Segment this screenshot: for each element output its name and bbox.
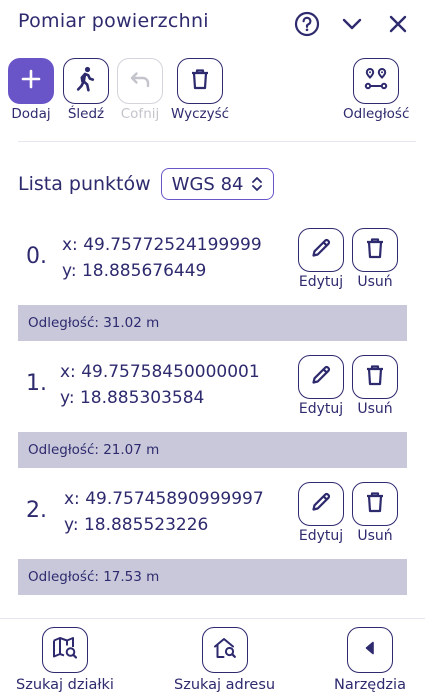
trash-icon <box>365 237 385 263</box>
search-parcel-label: Szukaj działki <box>16 677 114 693</box>
chevron-up-down-icon <box>251 176 263 192</box>
search-parcel-button[interactable] <box>41 627 88 673</box>
list-item: 2. x: 49.75745890999997 y: 18.885523226 … <box>18 482 408 562</box>
point-y: y: 18.885676449 <box>62 261 207 281</box>
undo-tool[interactable]: Cofnij <box>117 58 163 122</box>
tools-nav[interactable]: Narzędzia <box>334 627 406 693</box>
delete-point-button[interactable] <box>352 482 398 526</box>
close-icon[interactable] <box>384 10 412 38</box>
crs-select[interactable]: WGS 84 <box>160 168 275 200</box>
search-address-nav[interactable]: Szukaj adresu <box>174 627 275 693</box>
distance-band: Odległość: 31.02 m <box>18 305 407 341</box>
delete-point-action[interactable]: Usuń <box>352 482 398 544</box>
add-point-button[interactable] <box>8 58 54 104</box>
panel-header: Pomiar powierzchni <box>0 0 425 48</box>
map-search-icon <box>52 636 78 664</box>
search-parcel-nav[interactable]: Szukaj działki <box>16 627 114 693</box>
delete-point-action[interactable]: Usuń <box>352 355 398 417</box>
clear-tool[interactable]: Wyczyść <box>171 58 229 122</box>
edit-label: Edytuj <box>298 401 344 417</box>
undo-label: Cofnij <box>120 106 160 122</box>
trash-icon <box>190 68 210 94</box>
pencil-icon <box>310 491 332 517</box>
track-tool[interactable]: Śledź <box>63 58 109 122</box>
delete-point-button[interactable] <box>352 355 398 399</box>
add-point-tool[interactable]: Dodaj <box>8 58 54 122</box>
home-search-icon <box>212 636 238 664</box>
delete-label: Usuń <box>357 528 393 544</box>
tools-label: Narzędzia <box>334 677 406 693</box>
edit-label: Edytuj <box>298 274 344 290</box>
divider <box>18 141 416 142</box>
track-label: Śledź <box>67 106 105 122</box>
undo-button[interactable] <box>117 58 163 104</box>
points-list-header: Lista punktów WGS 84 <box>18 168 275 200</box>
clear-button[interactable] <box>177 58 224 104</box>
edit-point-button[interactable] <box>298 355 344 399</box>
bottom-navigation: Szukaj działki Szukaj adresu Narzędzia <box>0 618 425 699</box>
delete-point-action[interactable]: Usuń <box>352 228 398 290</box>
point-index: 1. <box>26 371 47 396</box>
delete-point-button[interactable] <box>352 228 398 272</box>
point-index: 0. <box>26 244 47 269</box>
crs-select-value: WGS 84 <box>171 173 244 195</box>
list-item: 1. x: 49.75758450000001 y: 18.885303584 … <box>18 355 408 435</box>
pencil-icon <box>310 237 332 263</box>
edit-point-action[interactable]: Edytuj <box>298 355 344 417</box>
add-point-label: Dodaj <box>11 106 51 122</box>
distance-tool[interactable]: Odległość <box>343 58 409 122</box>
search-address-button[interactable] <box>201 627 248 673</box>
point-x: x: 49.75758450000001 <box>60 362 260 382</box>
trash-icon <box>365 364 385 390</box>
edit-point-button[interactable] <box>298 482 344 526</box>
point-y: y: 18.885523226 <box>64 515 209 535</box>
points-list-title: Lista punktów <box>18 173 151 195</box>
point-x: x: 49.75745890999997 <box>64 489 264 509</box>
toolbar: Dodaj Śledź Cofnij Wyczyść Odległość <box>0 58 425 128</box>
point-coordinates: x: 49.75758450000001 y: 18.885303584 <box>60 359 260 411</box>
search-address-label: Szukaj adresu <box>174 677 276 693</box>
edit-point-action[interactable]: Edytuj <box>298 482 344 544</box>
triangle-left-icon <box>363 640 377 660</box>
help-icon[interactable] <box>293 10 321 38</box>
distance-label: Odległość <box>343 106 410 122</box>
clear-label: Wyczyść <box>171 106 230 122</box>
list-item: 0. x: 49.75772524199999 y: 18.885676449 … <box>18 228 408 308</box>
track-button[interactable] <box>63 58 109 104</box>
pencil-icon <box>310 364 332 390</box>
edit-label: Edytuj <box>298 528 344 544</box>
delete-label: Usuń <box>357 274 393 290</box>
delete-label: Usuń <box>357 401 393 417</box>
distance-button[interactable] <box>353 58 400 104</box>
edit-point-action[interactable]: Edytuj <box>298 228 344 290</box>
undo-icon <box>128 69 152 93</box>
route-pins-icon <box>363 66 389 96</box>
plus-icon <box>20 68 42 94</box>
panel-title: Pomiar powierzchni <box>18 10 209 32</box>
tools-button[interactable] <box>346 627 393 673</box>
point-index: 2. <box>26 498 47 523</box>
trash-icon <box>365 491 385 517</box>
distance-band: Odległość: 17.53 m <box>18 559 407 595</box>
point-x: x: 49.75772524199999 <box>62 235 262 255</box>
chevron-down-icon[interactable] <box>338 10 366 38</box>
distance-band: Odległość: 21.07 m <box>18 432 407 468</box>
edit-point-button[interactable] <box>298 228 344 272</box>
point-coordinates: x: 49.75745890999997 y: 18.885523226 <box>64 486 264 538</box>
point-y: y: 18.885303584 <box>60 388 205 408</box>
walking-person-icon <box>74 66 98 96</box>
point-coordinates: x: 49.75772524199999 y: 18.885676449 <box>62 232 262 284</box>
